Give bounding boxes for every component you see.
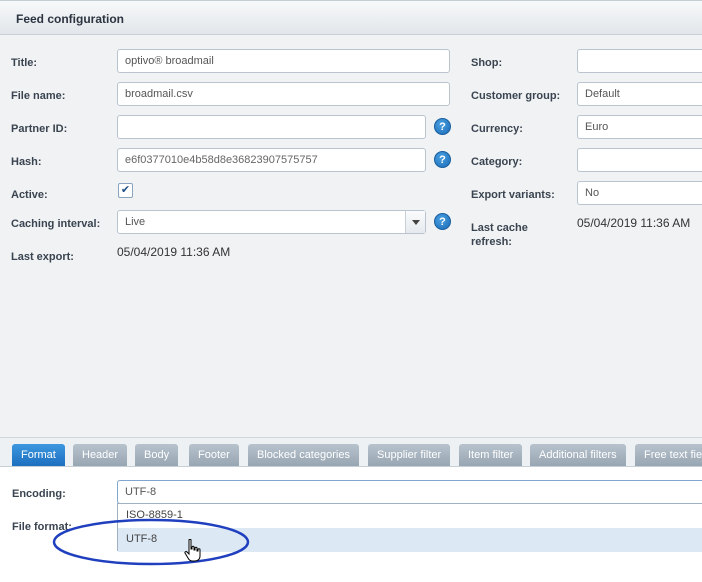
hash-field[interactable]: e6f0377010e4b58d8e36823907575757	[117, 148, 426, 172]
tab-free-text-fields[interactable]: Free text fie	[635, 444, 702, 466]
file-format-label: File format:	[12, 521, 72, 533]
encoding-label: Encoding:	[12, 488, 66, 500]
filename-field[interactable]: broadmail.csv	[117, 82, 450, 106]
form-area: Title: optivo® broadmail File name: broa…	[0, 36, 702, 436]
partnerid-help-icon[interactable]: ?	[434, 118, 451, 135]
feed-configuration-window: Feed configuration Title: optivo® broadm…	[0, 0, 702, 582]
dropdown-arrow-button[interactable]	[405, 211, 425, 233]
export-variants-label: Export variants:	[471, 189, 555, 201]
caching-interval-select[interactable]: Live	[117, 210, 426, 234]
tab-footer[interactable]: Footer	[189, 444, 239, 466]
last-export-label: Last export:	[11, 251, 74, 263]
encoding-option-iso-8859-1[interactable]: ISO-8859-1	[118, 504, 702, 528]
encoding-dropdown-list: ISO-8859-1 UTF-8	[117, 503, 702, 552]
tab-item-filter[interactable]: Item filter	[459, 444, 523, 466]
category-label: Category:	[471, 156, 523, 168]
tab-strip: Format Header Body Footer Blocked catego…	[0, 438, 702, 467]
hand-pointer-icon	[184, 539, 201, 562]
tab-supplier-filter[interactable]: Supplier filter	[368, 444, 451, 466]
category-field[interactable]	[577, 148, 702, 172]
tab-format[interactable]: Format	[12, 444, 65, 466]
shop-label: Shop:	[471, 57, 503, 69]
partnerid-label: Partner ID:	[11, 123, 68, 135]
tab-header[interactable]: Header	[73, 444, 128, 466]
partnerid-field[interactable]	[117, 115, 426, 139]
customer-group-field[interactable]: Default	[577, 82, 702, 106]
last-cache-label-line2: refresh:	[471, 236, 512, 248]
hash-label: Hash:	[11, 156, 42, 168]
caching-interval-value: Live	[125, 216, 146, 228]
window-title-bar: Feed configuration	[0, 1, 702, 35]
last-cache-label-line1: Last cache	[471, 222, 528, 234]
checkmark-icon: ✔	[120, 184, 131, 196]
tab-blocked-categories[interactable]: Blocked categories	[248, 444, 359, 466]
caching-interval-label: Caching interval:	[11, 218, 101, 230]
last-cache-label: Last cache refresh:	[471, 221, 528, 249]
currency-field[interactable]: Euro	[577, 115, 702, 139]
currency-label: Currency:	[471, 123, 523, 135]
active-label: Active:	[11, 189, 48, 201]
hash-help-icon[interactable]: ?	[434, 151, 451, 168]
caching-help-icon[interactable]: ?	[434, 213, 451, 230]
dropdown-arrow-icon	[412, 220, 420, 225]
export-variants-field[interactable]: No	[577, 181, 702, 205]
tab-additional-filters[interactable]: Additional filters	[530, 444, 626, 466]
encoding-input[interactable]: UTF-8	[117, 480, 702, 504]
filename-label: File name:	[11, 90, 66, 102]
last-cache-value: 05/04/2019 11:36 AM	[577, 216, 691, 230]
window-title: Feed configuration	[16, 12, 124, 26]
last-export-value: 05/04/2019 11:36 AM	[117, 245, 231, 259]
encoding-option-utf-8[interactable]: UTF-8	[118, 528, 702, 552]
customer-group-label: Customer group:	[471, 90, 561, 102]
shop-field[interactable]	[577, 49, 702, 73]
tab-body[interactable]: Body	[135, 444, 179, 466]
title-field[interactable]: optivo® broadmail	[117, 49, 450, 73]
active-checkbox[interactable]: ✔	[118, 183, 133, 198]
title-label: Title:	[11, 57, 38, 69]
